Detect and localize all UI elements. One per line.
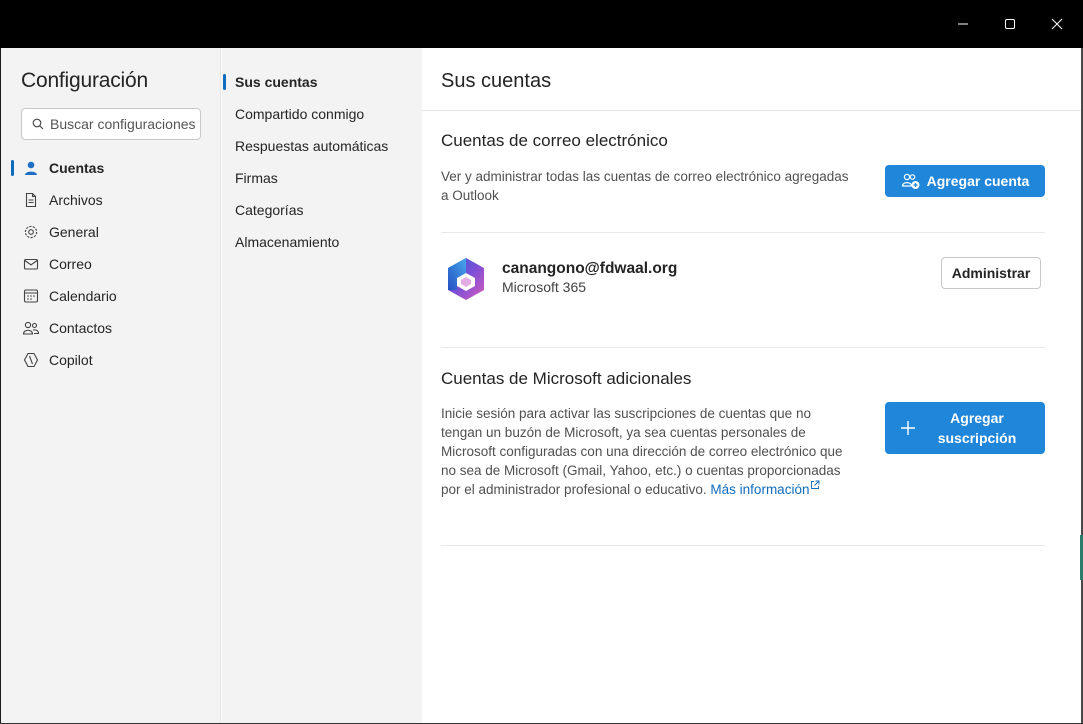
section-title: Cuentas de correo electrónico (441, 131, 668, 150)
settings-window: Configuración Cuentas Archivos (1, 48, 1081, 723)
subnav-item-respuestas[interactable]: Respuestas automáticas (222, 130, 422, 162)
divider (441, 232, 1045, 233)
add-account-label: Agregar cuenta (926, 173, 1030, 189)
subnav-item-categorias[interactable]: Categorías (222, 194, 422, 226)
nav-item-general[interactable]: General (1, 216, 221, 248)
nav-item-archivos[interactable]: Archivos (1, 184, 221, 216)
search-icon (32, 118, 44, 130)
nav-list: Cuentas Archivos General Correo Calendar… (1, 152, 221, 376)
nav-item-contactos[interactable]: Contactos (1, 312, 221, 344)
title-bar (0, 0, 1083, 48)
section-description: Ver y administrar todas las cuentas de c… (441, 169, 849, 203)
mail-icon (21, 254, 41, 274)
calendar-icon (21, 286, 41, 306)
search-input[interactable] (50, 116, 195, 132)
sub-nav: Sus cuentas Compartido conmigo Respuesta… (222, 48, 422, 723)
add-person-icon (901, 173, 920, 189)
document-icon (21, 190, 41, 210)
microsoft-365-logo (444, 256, 488, 302)
nav-item-label: Cuentas (49, 160, 105, 176)
sub-nav-list: Sus cuentas Compartido conmigo Respuesta… (222, 66, 422, 258)
subnav-item-sus-cuentas[interactable]: Sus cuentas (222, 66, 422, 98)
content-pane: Sus cuentas Cuentas de correo electrónic… (422, 48, 1081, 723)
nav-item-label: Archivos (49, 192, 103, 208)
settings-nav: Configuración Cuentas Archivos (1, 48, 221, 723)
page-title: Sus cuentas (422, 48, 1081, 111)
settings-title: Configuración (21, 69, 148, 92)
manage-button[interactable]: Administrar (941, 257, 1041, 289)
nav-item-cuentas[interactable]: Cuentas (1, 152, 221, 184)
section-description: Inicie sesión para activar las suscripci… (441, 404, 851, 499)
close-button[interactable] (1034, 0, 1080, 48)
people-icon (21, 318, 41, 338)
divider (441, 347, 1045, 348)
account-email: canangono@fdwaal.org (502, 260, 678, 277)
person-icon (21, 158, 41, 178)
external-link-icon (811, 480, 820, 489)
minimize-button[interactable] (940, 0, 986, 48)
nav-item-label: Calendario (49, 288, 117, 304)
gear-icon (21, 222, 41, 242)
add-subscription-button[interactable]: Agregar suscripción (885, 402, 1045, 454)
divider (441, 545, 1045, 546)
nav-item-label: Contactos (49, 320, 113, 336)
account-type: Microsoft 365 (502, 279, 587, 295)
section-title: Cuentas de Microsoft adicionales (441, 369, 692, 388)
more-info-link[interactable]: Más información (710, 480, 820, 497)
subnav-item-firmas[interactable]: Firmas (222, 162, 422, 194)
plus-icon (901, 421, 915, 435)
add-subscription-label: Agregar suscripción (937, 410, 1017, 446)
copilot-icon (21, 350, 41, 370)
subnav-item-almacenamiento[interactable]: Almacenamiento (222, 226, 422, 258)
nav-item-calendario[interactable]: Calendario (1, 280, 221, 312)
nav-item-label: Correo (49, 256, 92, 272)
maximize-icon (1005, 19, 1015, 29)
close-icon (1051, 18, 1063, 30)
maximize-button[interactable] (987, 0, 1033, 48)
search-box[interactable] (21, 108, 201, 140)
nav-item-label: General (49, 224, 99, 240)
add-account-button[interactable]: Agregar cuenta (885, 165, 1045, 197)
minimize-icon (958, 23, 968, 25)
nav-item-label: Copilot (49, 352, 93, 368)
nav-item-copilot[interactable]: Copilot (1, 344, 221, 376)
subnav-item-compartido[interactable]: Compartido conmigo (222, 98, 422, 130)
nav-item-correo[interactable]: Correo (1, 248, 221, 280)
